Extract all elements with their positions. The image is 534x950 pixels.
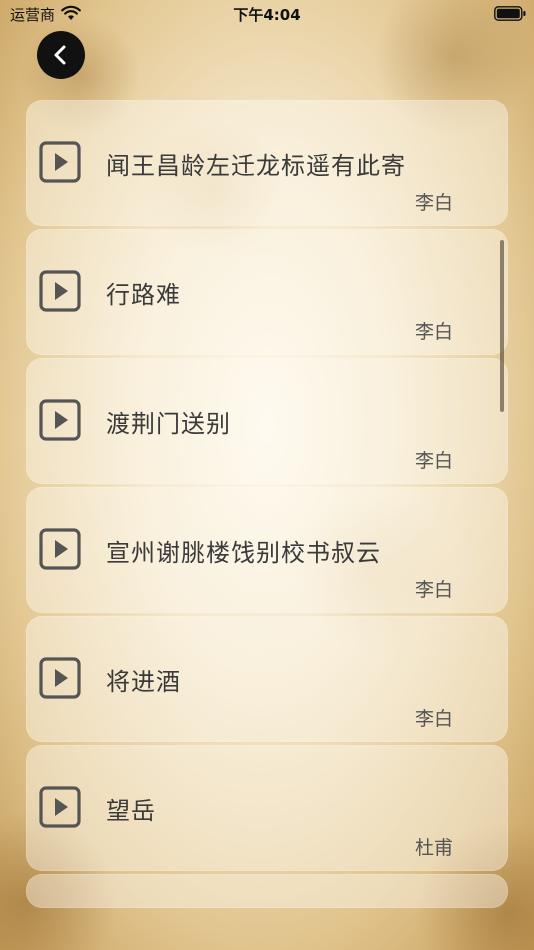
poem-author: 李白 xyxy=(414,708,453,730)
status-bar: 运营商 下午4:04 xyxy=(0,0,534,28)
play-icon[interactable] xyxy=(39,270,81,312)
poem-author: 李白 xyxy=(414,192,453,214)
list-item[interactable]: 渡荆门送别 李白 xyxy=(26,358,508,484)
play-icon[interactable] xyxy=(39,657,81,699)
play-icon[interactable] xyxy=(39,528,81,570)
chevron-left-icon xyxy=(54,45,66,65)
poem-title: 闻王昌龄左迁龙标遥有此寄 xyxy=(106,152,406,180)
poem-title: 望岳 xyxy=(106,797,156,825)
poem-title: 渡荆门送别 xyxy=(106,410,231,438)
list-item[interactable]: 将进酒 李白 xyxy=(26,616,508,742)
list-item[interactable]: 闻王昌龄左迁龙标遥有此寄 李白 xyxy=(26,100,508,226)
poem-title: 将进酒 xyxy=(106,668,181,696)
list-item[interactable]: 行路难 李白 xyxy=(26,229,508,355)
list-item-partial[interactable] xyxy=(26,874,508,908)
play-icon[interactable] xyxy=(39,399,81,441)
battery-icon xyxy=(494,6,526,21)
list-item[interactable]: 宣州谢朓楼饯别校书叔云 李白 xyxy=(26,487,508,613)
list-item[interactable]: 望岳 杜甫 xyxy=(26,745,508,871)
play-icon[interactable] xyxy=(39,141,81,183)
scroll-indicator[interactable] xyxy=(500,240,504,412)
poem-title: 宣州谢朓楼饯别校书叔云 xyxy=(106,539,381,567)
poem-list[interactable]: 闻王昌龄左迁龙标遥有此寄 李白 行路难 李白 渡荆门送别 李白 宣州谢朓楼饯别校… xyxy=(26,100,508,911)
poem-author: 李白 xyxy=(414,450,453,472)
poem-author: 杜甫 xyxy=(414,837,453,859)
play-icon[interactable] xyxy=(39,786,81,828)
status-time: 下午4:04 xyxy=(233,6,301,24)
poem-title: 行路难 xyxy=(106,281,181,309)
poem-author: 李白 xyxy=(414,321,453,343)
back-button[interactable] xyxy=(37,31,85,79)
poem-author: 李白 xyxy=(414,579,453,601)
